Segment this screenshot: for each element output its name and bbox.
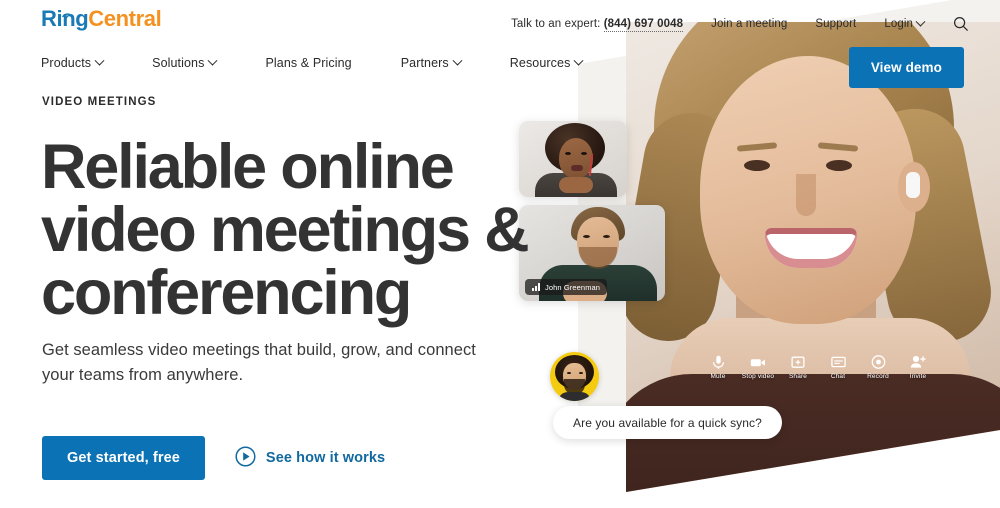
control-stop-video[interactable]: Stop video <box>738 355 778 380</box>
chevron-down-icon <box>915 16 926 27</box>
control-chat[interactable]: Chat <box>818 355 858 380</box>
chevron-down-icon <box>94 55 105 66</box>
control-label: Share <box>788 373 808 380</box>
get-started-button[interactable]: Get started, free <box>42 436 205 480</box>
chevron-down-icon <box>452 55 463 66</box>
see-how-it-works-label: See how it works <box>265 450 386 466</box>
nav-item-partners[interactable]: Partners <box>400 55 463 70</box>
control-label: Invite <box>909 373 927 380</box>
page-root: John Greenman Mute Stop video Share Chat… <box>0 0 1000 508</box>
main-navigation: Products Solutions Plans & Pricing Partn… <box>41 55 631 70</box>
join-a-meeting-link[interactable]: Join a meeting <box>711 18 787 30</box>
nav-item-resources[interactable]: Resources <box>509 55 584 70</box>
hero-subheading: Get seamless video meetings that build, … <box>42 341 476 385</box>
see-how-it-works-link[interactable]: See how it works <box>235 445 386 471</box>
nav-label: Products <box>41 56 92 70</box>
hero-cta-row: Get started, free See how it works <box>42 436 385 480</box>
talk-to-expert: Talk to an expert: (844) 697 0048 <box>511 18 684 32</box>
nav-label: Solutions <box>152 56 205 70</box>
avatar <box>550 352 599 401</box>
video-camera-icon <box>750 355 766 370</box>
nav-label: Partners <box>400 56 449 70</box>
record-circle-icon <box>871 355 886 370</box>
page-title: Reliable online video meetings & confere… <box>41 132 530 328</box>
nav-item-products[interactable]: Products <box>41 55 105 70</box>
talk-to-expert-label: Talk to an expert: <box>511 18 601 30</box>
nav-item-solutions[interactable]: Solutions <box>152 55 218 70</box>
control-label: Chat <box>830 373 846 380</box>
control-mute[interactable]: Mute <box>698 355 738 380</box>
expert-phone-number[interactable]: (844) 697 0048 <box>603 18 684 32</box>
screen-share-icon <box>791 355 805 370</box>
ringcentral-logo[interactable]: Ring Central <box>41 6 162 31</box>
play-circle-icon <box>235 445 256 471</box>
control-record[interactable]: Record <box>858 355 898 380</box>
support-link[interactable]: Support <box>815 18 856 30</box>
nav-item-plans-pricing[interactable]: Plans & Pricing <box>265 56 351 70</box>
control-label: Stop video <box>741 373 775 380</box>
chevron-down-icon <box>208 55 218 66</box>
control-invite[interactable]: Invite <box>898 355 938 380</box>
hero-eyebrow: VIDEO MEETINGS <box>42 96 157 108</box>
chat-message-bubble: Are you available for a quick sync? <box>553 406 782 439</box>
wifi-arc-icon <box>62 6 73 24</box>
chat-bubble-icon <box>830 355 846 370</box>
chat-message-text: Are you available for a quick sync? <box>573 415 762 430</box>
microphone-icon <box>712 355 725 370</box>
view-demo-button[interactable]: View demo <box>848 47 964 88</box>
control-label: Mute <box>710 373 726 380</box>
nav-label: Plans & Pricing <box>265 56 352 70</box>
control-label: Record <box>867 373 889 380</box>
logo-text-central: Central <box>88 6 162 31</box>
control-share[interactable]: Share <box>778 355 818 380</box>
call-control-bar: Mute Stop video Share Chat Record Invite <box>698 355 938 380</box>
nav-label: Resources <box>509 56 571 70</box>
search-icon[interactable] <box>952 15 970 33</box>
person-add-icon <box>910 355 927 370</box>
chevron-down-icon <box>573 55 584 66</box>
login-menu[interactable]: Login <box>884 16 926 30</box>
login-label: Login <box>884 18 913 30</box>
